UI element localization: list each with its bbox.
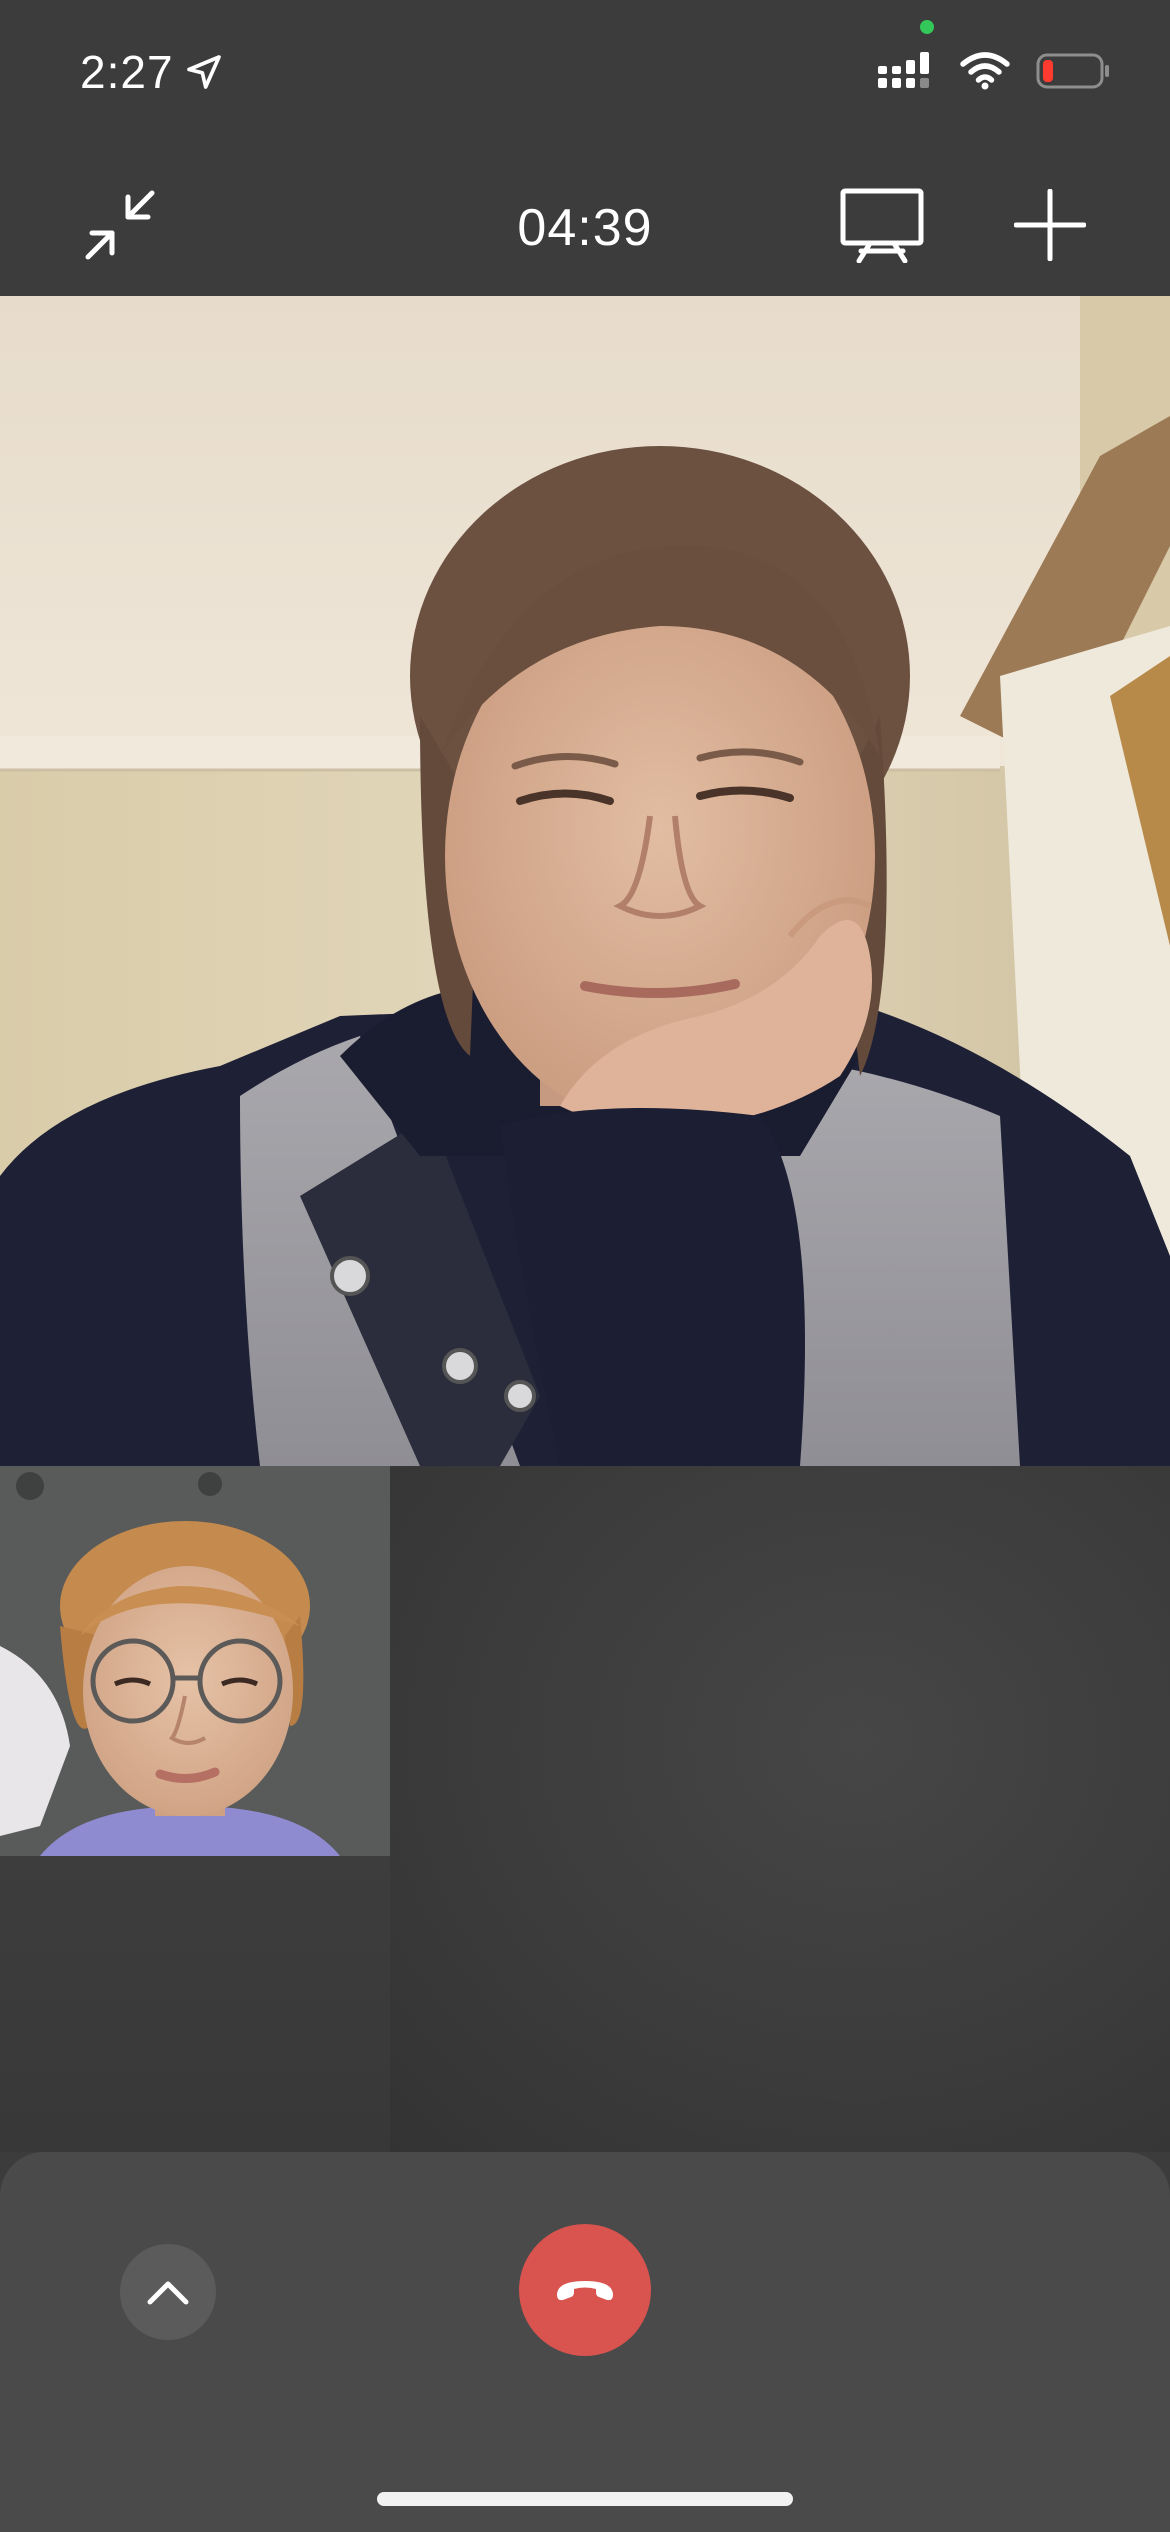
location-arrow-icon <box>184 52 224 92</box>
privacy-indicator-dot <box>920 20 934 34</box>
call-duration: 04:39 <box>517 199 653 257</box>
screen-share-button[interactable] <box>837 180 927 270</box>
add-participant-button[interactable] <box>1005 180 1095 270</box>
plus-icon <box>1014 189 1086 261</box>
screen-share-icon <box>839 187 925 263</box>
status-bar: 2:27 <box>0 0 1170 150</box>
self-preview-video[interactable] <box>0 1466 390 1856</box>
chevron-up-icon <box>146 2278 190 2306</box>
call-header: 04:39 <box>0 150 1170 296</box>
status-time-group: 2:27 <box>80 45 224 99</box>
end-call-button[interactable] <box>519 2224 651 2356</box>
status-indicators <box>878 52 1112 90</box>
phone-hangup-icon <box>553 2275 617 2305</box>
home-indicator[interactable] <box>377 2492 793 2506</box>
status-time: 2:27 <box>80 46 174 98</box>
wifi-icon <box>960 52 1010 90</box>
battery-low-icon <box>1036 52 1112 90</box>
call-control-panel <box>0 2152 1170 2532</box>
remote-participant-video[interactable] <box>0 296 1170 1466</box>
call-backdrop-left <box>0 1856 390 2152</box>
call-backdrop <box>390 1466 1170 2152</box>
expand-controls-button[interactable] <box>120 2244 216 2340</box>
cellular-signal-icon <box>878 52 934 90</box>
video-call-screen: 2:27 04:39 <box>0 0 1170 2532</box>
